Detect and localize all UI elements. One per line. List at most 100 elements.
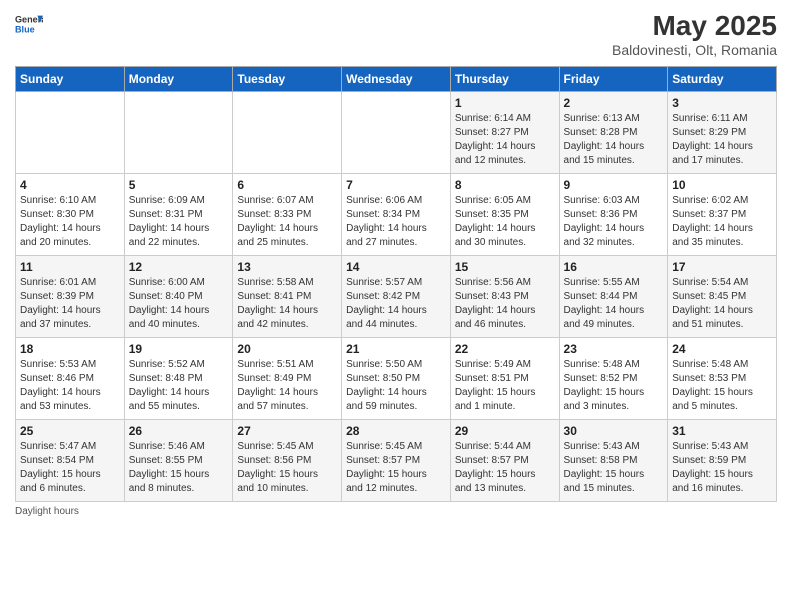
day-info: Sunrise: 6:09 AM Sunset: 8:31 PM Dayligh… <box>129 194 229 250</box>
day-info: Sunrise: 5:54 AM Sunset: 8:45 PM Dayligh… <box>672 276 772 332</box>
day-info: Sunrise: 5:43 AM Sunset: 8:58 PM Dayligh… <box>564 440 664 496</box>
day-number: 27 <box>237 424 337 438</box>
day-number: 12 <box>129 260 229 274</box>
day-cell: 19 Sunrise: 5:52 AM Sunset: 8:48 PM Dayli… <box>124 338 233 420</box>
day-number: 13 <box>237 260 337 274</box>
day-info: Sunrise: 6:14 AM Sunset: 8:27 PM Dayligh… <box>455 112 555 168</box>
day-number: 19 <box>129 342 229 356</box>
day-cell: 28 Sunrise: 5:45 AM Sunset: 8:57 PM Dayli… <box>342 420 451 502</box>
day-number: 23 <box>564 342 664 356</box>
day-info: Sunrise: 5:56 AM Sunset: 8:43 PM Dayligh… <box>455 276 555 332</box>
day-info: Sunrise: 6:13 AM Sunset: 8:28 PM Dayligh… <box>564 112 664 168</box>
day-info: Sunrise: 5:46 AM Sunset: 8:55 PM Dayligh… <box>129 440 229 496</box>
day-number: 4 <box>20 178 120 192</box>
day-number: 18 <box>20 342 120 356</box>
day-cell: 16Sunrise: 5:55 AM Sunset: 8:44 PM Dayli… <box>559 256 668 338</box>
day-cell: 15 Sunrise: 5:56 AM Sunset: 8:43 PM Dayli… <box>450 256 559 338</box>
main-title: May 2025 <box>612 10 777 42</box>
day-cell <box>16 92 125 174</box>
day-cell <box>124 92 233 174</box>
day-cell: 29Sunrise: 5:44 AM Sunset: 8:57 PM Dayli… <box>450 420 559 502</box>
day-info: Sunrise: 6:06 AM Sunset: 8:34 PM Dayligh… <box>346 194 446 250</box>
day-number: 31 <box>672 424 772 438</box>
day-info: Sunrise: 5:48 AM Sunset: 8:52 PM Dayligh… <box>564 358 664 414</box>
day-cell: 22Sunrise: 5:49 AM Sunset: 8:51 PM Dayli… <box>450 338 559 420</box>
day-info: Sunrise: 6:11 AM Sunset: 8:29 PM Dayligh… <box>672 112 772 168</box>
day-number: 2 <box>564 96 664 110</box>
day-cell: 12Sunrise: 6:00 AM Sunset: 8:40 PM Dayli… <box>124 256 233 338</box>
title-block: May 2025 Baldovinesti, Olt, Romania <box>612 10 777 58</box>
week-row-1: 1 Sunrise: 6:14 AM Sunset: 8:27 PM Daylig… <box>16 92 777 174</box>
day-cell: 11 Sunrise: 6:01 AM Sunset: 8:39 PM Dayli… <box>16 256 125 338</box>
day-number: 15 <box>455 260 555 274</box>
day-number: 14 <box>346 260 446 274</box>
day-cell: 18 Sunrise: 5:53 AM Sunset: 8:46 PM Dayli… <box>16 338 125 420</box>
day-cell: 6 Sunrise: 6:07 AM Sunset: 8:33 PM Daylig… <box>233 174 342 256</box>
day-cell: 14 Sunrise: 5:57 AM Sunset: 8:42 PM Dayli… <box>342 256 451 338</box>
day-number: 11 <box>20 260 120 274</box>
day-cell: 24Sunrise: 5:48 AM Sunset: 8:53 PM Dayli… <box>668 338 777 420</box>
day-info: Sunrise: 6:02 AM Sunset: 8:37 PM Dayligh… <box>672 194 772 250</box>
day-info: Sunrise: 5:43 AM Sunset: 8:59 PM Dayligh… <box>672 440 772 496</box>
weekday-header-saturday: Saturday <box>668 67 777 92</box>
day-number: 6 <box>237 178 337 192</box>
day-number: 9 <box>564 178 664 192</box>
day-cell: 3 Sunrise: 6:11 AM Sunset: 8:29 PM Daylig… <box>668 92 777 174</box>
day-cell: 25 Sunrise: 5:47 AM Sunset: 8:54 PM Dayli… <box>16 420 125 502</box>
calendar-body: 1 Sunrise: 6:14 AM Sunset: 8:27 PM Daylig… <box>16 92 777 502</box>
day-cell: 9 Sunrise: 6:03 AM Sunset: 8:36 PM Daylig… <box>559 174 668 256</box>
day-cell: 10Sunrise: 6:02 AM Sunset: 8:37 PM Dayli… <box>668 174 777 256</box>
day-cell: 27Sunrise: 5:45 AM Sunset: 8:56 PM Dayli… <box>233 420 342 502</box>
day-cell <box>233 92 342 174</box>
day-info: Sunrise: 5:45 AM Sunset: 8:57 PM Dayligh… <box>346 440 446 496</box>
day-cell: 4Sunrise: 6:10 AM Sunset: 8:30 PM Daylig… <box>16 174 125 256</box>
weekday-row: SundayMondayTuesdayWednesdayThursdayFrid… <box>16 67 777 92</box>
subtitle: Baldovinesti, Olt, Romania <box>612 42 777 58</box>
day-cell: 8 Sunrise: 6:05 AM Sunset: 8:35 PM Daylig… <box>450 174 559 256</box>
weekday-header-thursday: Thursday <box>450 67 559 92</box>
logo: General Blue <box>15 10 43 38</box>
weekday-header-tuesday: Tuesday <box>233 67 342 92</box>
day-number: 5 <box>129 178 229 192</box>
day-cell: 31 Sunrise: 5:43 AM Sunset: 8:59 PM Dayli… <box>668 420 777 502</box>
day-cell: 17 Sunrise: 5:54 AM Sunset: 8:45 PM Dayli… <box>668 256 777 338</box>
week-row-4: 18 Sunrise: 5:53 AM Sunset: 8:46 PM Dayli… <box>16 338 777 420</box>
weekday-header-monday: Monday <box>124 67 233 92</box>
day-cell: 13 Sunrise: 5:58 AM Sunset: 8:41 PM Dayli… <box>233 256 342 338</box>
week-row-5: 25 Sunrise: 5:47 AM Sunset: 8:54 PM Dayli… <box>16 420 777 502</box>
day-number: 16 <box>564 260 664 274</box>
day-cell <box>342 92 451 174</box>
day-cell: 23 Sunrise: 5:48 AM Sunset: 8:52 PM Dayli… <box>559 338 668 420</box>
day-number: 1 <box>455 96 555 110</box>
day-number: 7 <box>346 178 446 192</box>
day-number: 3 <box>672 96 772 110</box>
week-row-3: 11 Sunrise: 6:01 AM Sunset: 8:39 PM Dayli… <box>16 256 777 338</box>
day-number: 25 <box>20 424 120 438</box>
svg-text:Blue: Blue <box>15 24 35 34</box>
day-cell: 1 Sunrise: 6:14 AM Sunset: 8:27 PM Daylig… <box>450 92 559 174</box>
day-number: 8 <box>455 178 555 192</box>
day-info: Sunrise: 5:58 AM Sunset: 8:41 PM Dayligh… <box>237 276 337 332</box>
page-container: General Blue May 2025 Baldovinesti, Olt,… <box>0 0 792 527</box>
footer: Daylight hours <box>15 506 777 517</box>
day-cell: 5 Sunrise: 6:09 AM Sunset: 8:31 PM Daylig… <box>124 174 233 256</box>
daylight-label: Daylight hours <box>15 506 79 517</box>
day-number: 24 <box>672 342 772 356</box>
day-number: 28 <box>346 424 446 438</box>
day-cell: 21Sunrise: 5:50 AM Sunset: 8:50 PM Dayli… <box>342 338 451 420</box>
day-number: 30 <box>564 424 664 438</box>
day-info: Sunrise: 5:52 AM Sunset: 8:48 PM Dayligh… <box>129 358 229 414</box>
day-number: 22 <box>455 342 555 356</box>
weekday-header-wednesday: Wednesday <box>342 67 451 92</box>
day-info: Sunrise: 5:47 AM Sunset: 8:54 PM Dayligh… <box>20 440 120 496</box>
day-info: Sunrise: 6:07 AM Sunset: 8:33 PM Dayligh… <box>237 194 337 250</box>
day-info: Sunrise: 6:01 AM Sunset: 8:39 PM Dayligh… <box>20 276 120 332</box>
day-info: Sunrise: 6:05 AM Sunset: 8:35 PM Dayligh… <box>455 194 555 250</box>
day-cell: 7 Sunrise: 6:06 AM Sunset: 8:34 PM Daylig… <box>342 174 451 256</box>
day-info: Sunrise: 6:03 AM Sunset: 8:36 PM Dayligh… <box>564 194 664 250</box>
day-info: Sunrise: 5:57 AM Sunset: 8:42 PM Dayligh… <box>346 276 446 332</box>
day-number: 17 <box>672 260 772 274</box>
day-number: 20 <box>237 342 337 356</box>
week-row-2: 4Sunrise: 6:10 AM Sunset: 8:30 PM Daylig… <box>16 174 777 256</box>
day-info: Sunrise: 5:53 AM Sunset: 8:46 PM Dayligh… <box>20 358 120 414</box>
